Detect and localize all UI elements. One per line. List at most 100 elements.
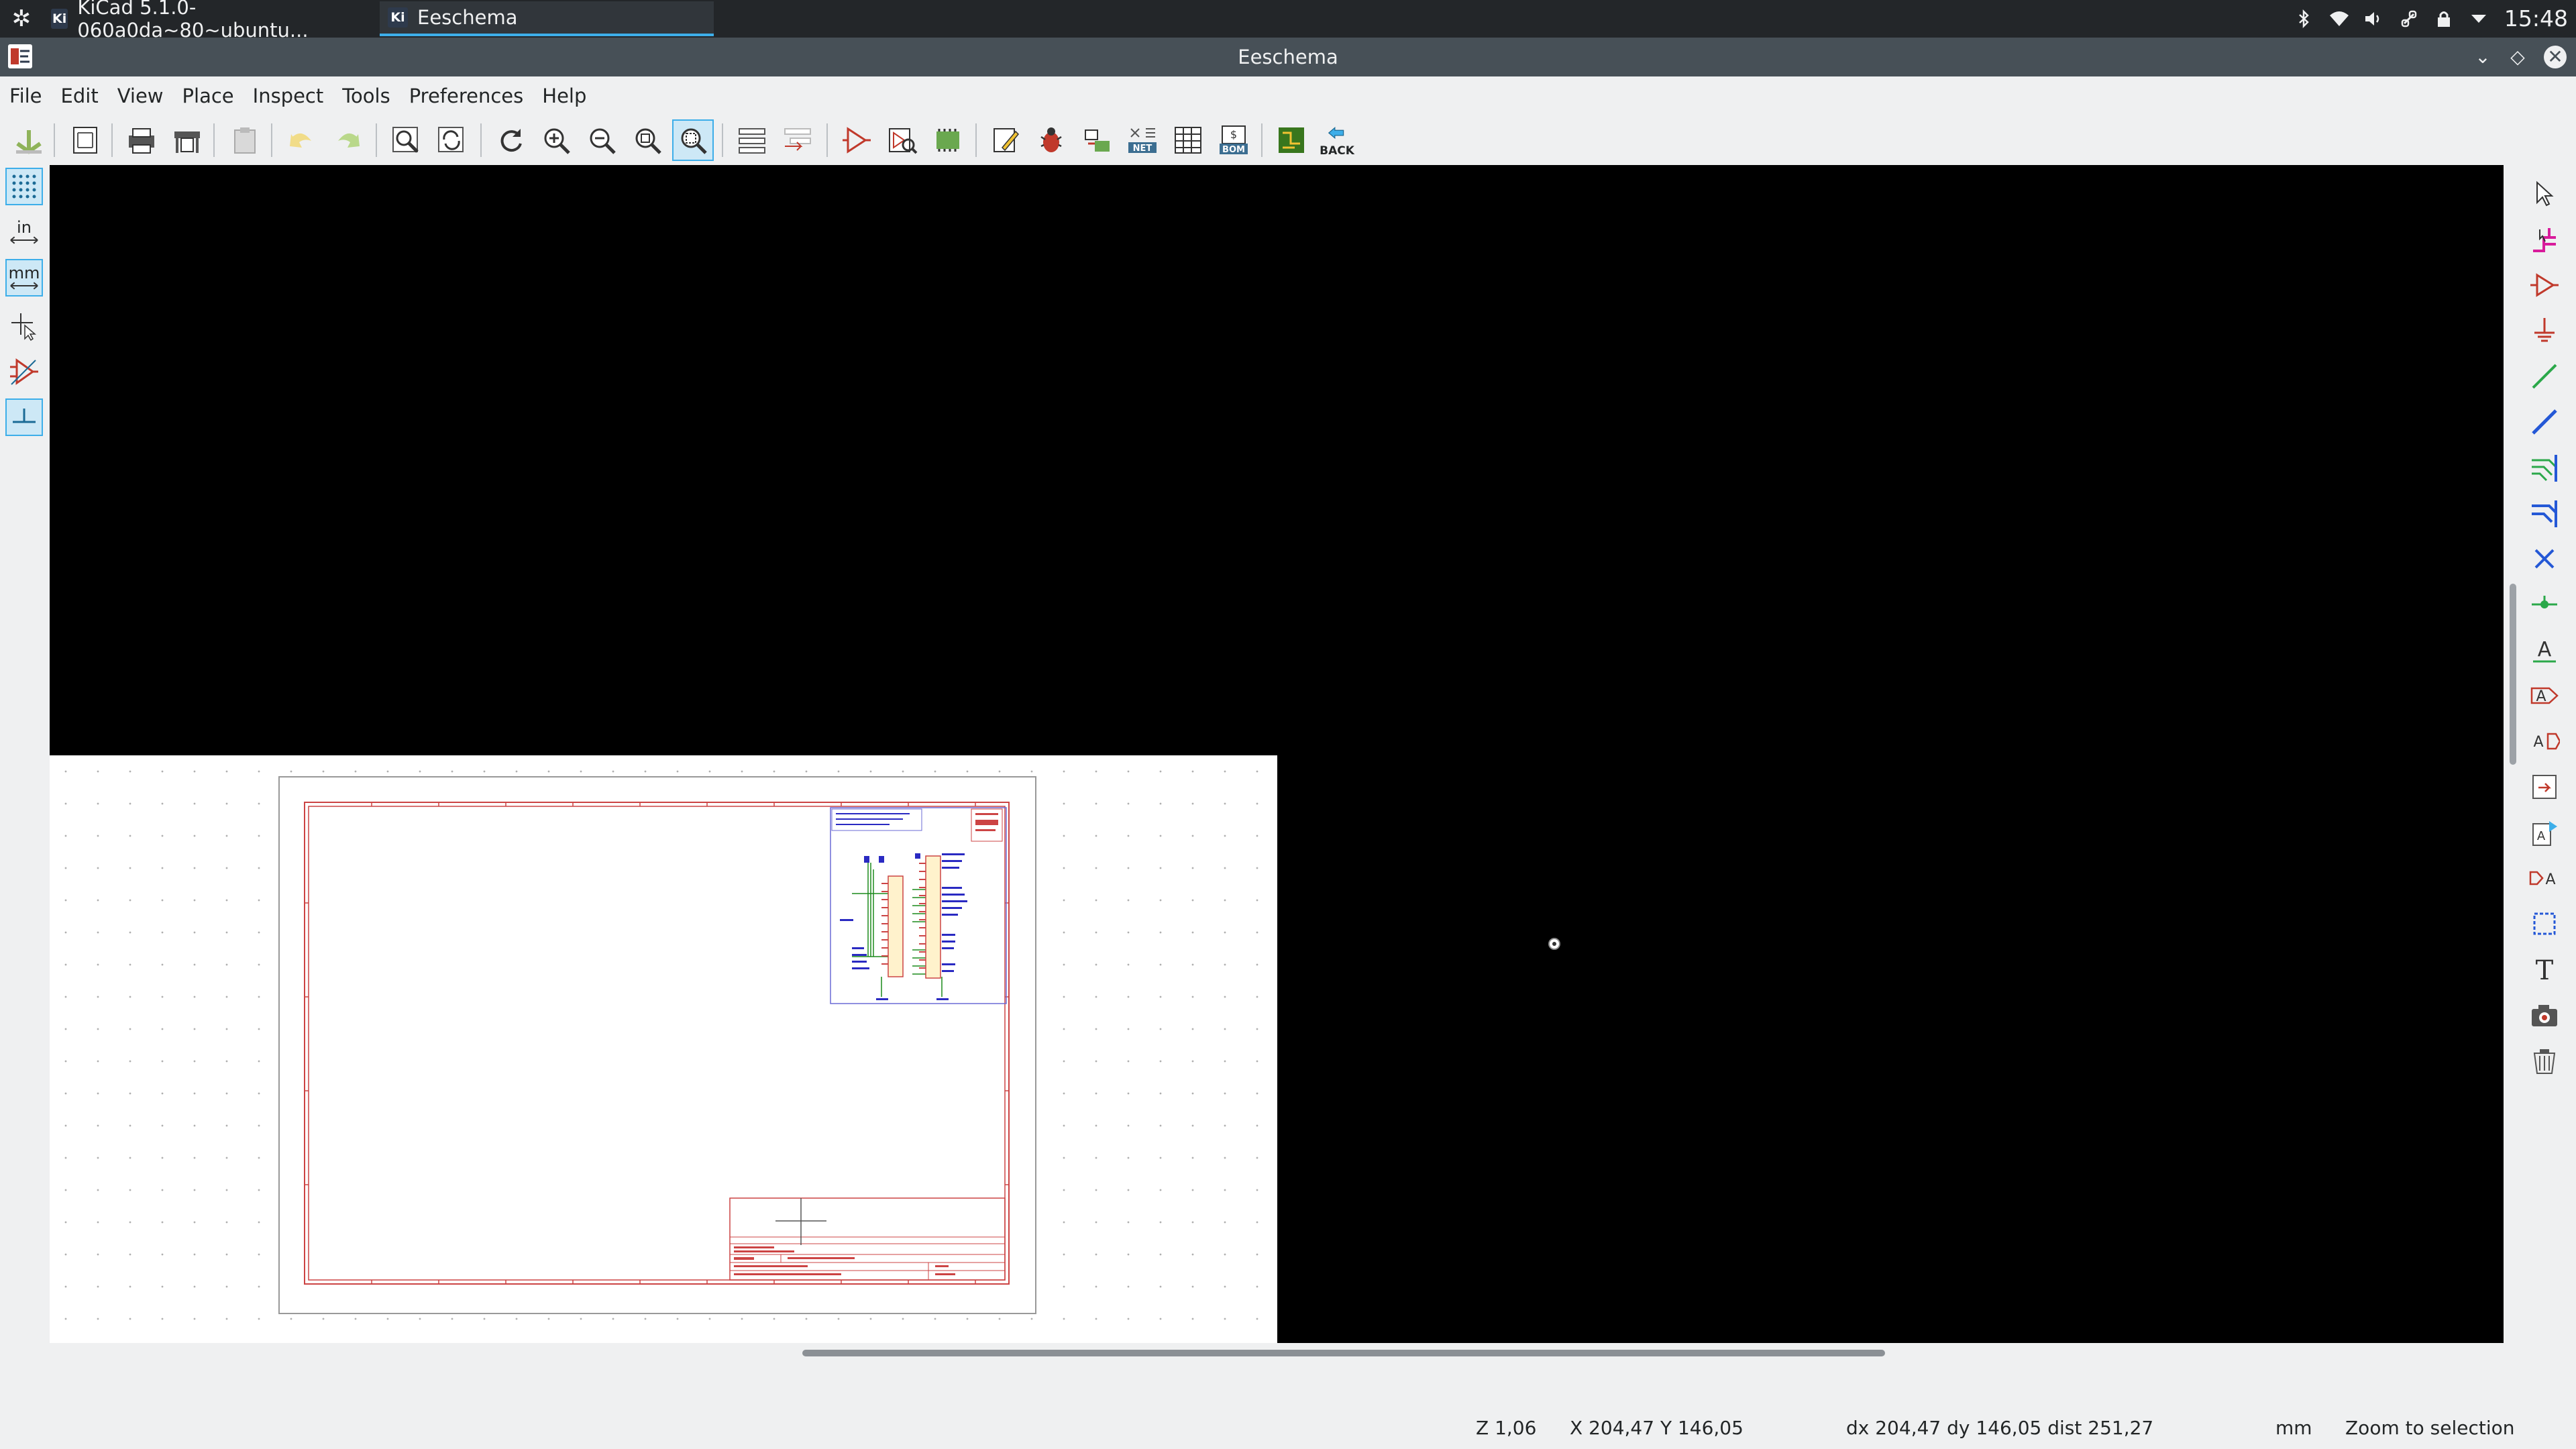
add-sheet-pin-icon[interactable]: A (2526, 860, 2563, 896)
current-tool: Zoom to selection (2345, 1417, 2515, 1439)
minimize-button[interactable]: ⌄ (2471, 46, 2494, 68)
horizontal-scrollbar[interactable] (802, 1350, 1885, 1356)
clock[interactable]: 15:48 (2504, 0, 2568, 38)
svg-text:T: T (2536, 955, 2554, 985)
statusbar: Z 1,06 X 204,47 Y 146,05 dx 204,47 dy 14… (0, 1409, 2576, 1449)
zoom-out-icon[interactable] (581, 119, 623, 161)
find-replace-icon[interactable] (431, 119, 472, 161)
svg-text:A: A (2538, 638, 2552, 661)
add-label-icon[interactable]: A (2526, 632, 2563, 668)
drawing-sheet (50, 755, 1277, 1343)
add-image-icon[interactable] (2526, 997, 2563, 1033)
add-power-icon[interactable] (2526, 313, 2563, 349)
netlist-icon[interactable]: NET (1122, 119, 1163, 161)
highlight-net-icon[interactable] (2526, 221, 2563, 258)
back-to-pcb-button[interactable]: BACK (1316, 119, 1358, 161)
close-button[interactable]: ✕ (2544, 46, 2567, 68)
redraw-icon[interactable] (490, 119, 531, 161)
delta-readout: dx 204,47 dy 146,05 dist 251,27 (1846, 1417, 2154, 1439)
svg-text:A: A (2545, 871, 2555, 888)
symbol-editor-icon[interactable] (836, 119, 877, 161)
hidden-pins-icon[interactable] (5, 353, 43, 390)
add-sheet-icon[interactable] (2526, 769, 2563, 805)
orthogonal-wires-icon[interactable] (5, 398, 43, 436)
hierarchy-navigator-icon[interactable] (731, 119, 773, 161)
erc-icon[interactable] (1030, 119, 1072, 161)
main-toolbar: NET $ BOM BACK (0, 115, 2576, 165)
menu-view[interactable]: View (108, 85, 173, 107)
delete-icon[interactable] (2526, 1042, 2563, 1079)
fullscreen-cursor-icon[interactable] (5, 307, 43, 345)
save-icon[interactable] (8, 119, 50, 161)
add-symbol-icon[interactable] (2526, 267, 2563, 303)
plot-icon[interactable] (166, 119, 208, 161)
zoom-in-icon[interactable] (535, 119, 577, 161)
symbol-browser-icon[interactable] (881, 119, 923, 161)
bom-icon[interactable]: $ BOM (1213, 119, 1254, 161)
add-global-label-icon[interactable]: A (2526, 678, 2563, 714)
add-hierarchical-label-icon[interactable]: A (2526, 723, 2563, 759)
schematic-canvas[interactable] (50, 165, 2504, 1343)
svg-text:NET: NET (1133, 144, 1152, 154)
menu-place[interactable]: Place (173, 85, 244, 107)
expand-tray-icon[interactable] (2469, 9, 2489, 29)
lock-icon[interactable] (2434, 9, 2454, 29)
inch-label: in (17, 218, 32, 237)
undo-icon[interactable] (280, 119, 322, 161)
paste-icon[interactable] (224, 119, 266, 161)
taskbar-task-label: KiCad 5.1.0-060a0da~80~ubuntu... (77, 0, 309, 42)
back-label: BACK (1320, 144, 1354, 158)
menu-file[interactable]: File (0, 85, 52, 107)
wifi-icon[interactable] (2329, 9, 2349, 29)
vertical-scrollbar[interactable] (2510, 584, 2516, 765)
kde-menu-icon[interactable]: ✲ (8, 5, 35, 32)
system-tray (2294, 4, 2489, 34)
menu-preferences[interactable]: Preferences (400, 85, 533, 107)
window-title: Eeschema (1238, 46, 1338, 68)
volume-icon[interactable] (2364, 9, 2384, 29)
zoom-selection-icon[interactable] (672, 119, 714, 161)
zoom-readout: Z 1,06 (1476, 1417, 1537, 1439)
bus-to-bus-entry-icon[interactable] (2526, 495, 2563, 531)
bluetooth-icon[interactable] (2294, 9, 2314, 29)
wire-to-bus-entry-icon[interactable] (2526, 449, 2563, 486)
grid-toggle-icon[interactable] (5, 168, 43, 205)
taskbar-task-kicad[interactable]: Ki KiCad 5.1.0-060a0da~80~ubuntu... (47, 0, 373, 42)
annotate-schematic-icon[interactable] (985, 119, 1026, 161)
zoom-fit-icon[interactable] (627, 119, 668, 161)
menu-edit[interactable]: Edit (52, 85, 108, 107)
window-titlebar[interactable]: Eeschema ⌄ ◇ ✕ (0, 38, 2576, 76)
menu-inspect[interactable]: Inspect (244, 85, 333, 107)
add-junction-icon[interactable] (2526, 586, 2563, 623)
menu-help[interactable]: Help (533, 85, 596, 107)
units-mm-button[interactable]: mm (5, 259, 43, 297)
no-connect-icon[interactable] (2526, 541, 2563, 577)
select-arrow-icon[interactable] (2526, 176, 2563, 212)
mm-label: mm (8, 264, 40, 282)
units-readout: mm (2275, 1417, 2312, 1439)
redo-icon[interactable] (327, 119, 369, 161)
kicad-app-icon: Ki (388, 7, 408, 28)
find-icon[interactable] (385, 119, 427, 161)
assign-footprints-icon[interactable] (1076, 119, 1118, 161)
annotate-icon[interactable] (927, 119, 969, 161)
import-sheet-pin-icon[interactable]: A (2526, 814, 2563, 851)
menu-tools[interactable]: Tools (333, 85, 399, 107)
pcbnew-icon[interactable] (1271, 119, 1312, 161)
cursor-position: X 204,47 Y 146,05 (1570, 1417, 1743, 1439)
add-wire-icon[interactable] (2526, 358, 2563, 394)
link-icon[interactable] (2399, 9, 2419, 29)
add-text-icon[interactable]: T (2526, 951, 2563, 987)
menubar: File Edit View Place Inspect Tools Prefe… (0, 76, 2576, 115)
svg-text:A: A (2537, 829, 2546, 843)
print-icon[interactable] (121, 119, 162, 161)
taskbar-task-eeschema[interactable]: Ki Eeschema (380, 1, 714, 36)
symbol-fields-table-icon[interactable] (1167, 119, 1209, 161)
svg-text:A: A (2533, 734, 2543, 751)
page-settings-icon[interactable] (64, 119, 106, 161)
add-graphic-lines-icon[interactable] (2526, 906, 2563, 942)
leave-sheet-icon[interactable] (777, 119, 818, 161)
units-inch-button[interactable]: in (5, 213, 43, 251)
add-bus-icon[interactable] (2526, 404, 2563, 440)
maximize-button[interactable]: ◇ (2506, 46, 2529, 68)
